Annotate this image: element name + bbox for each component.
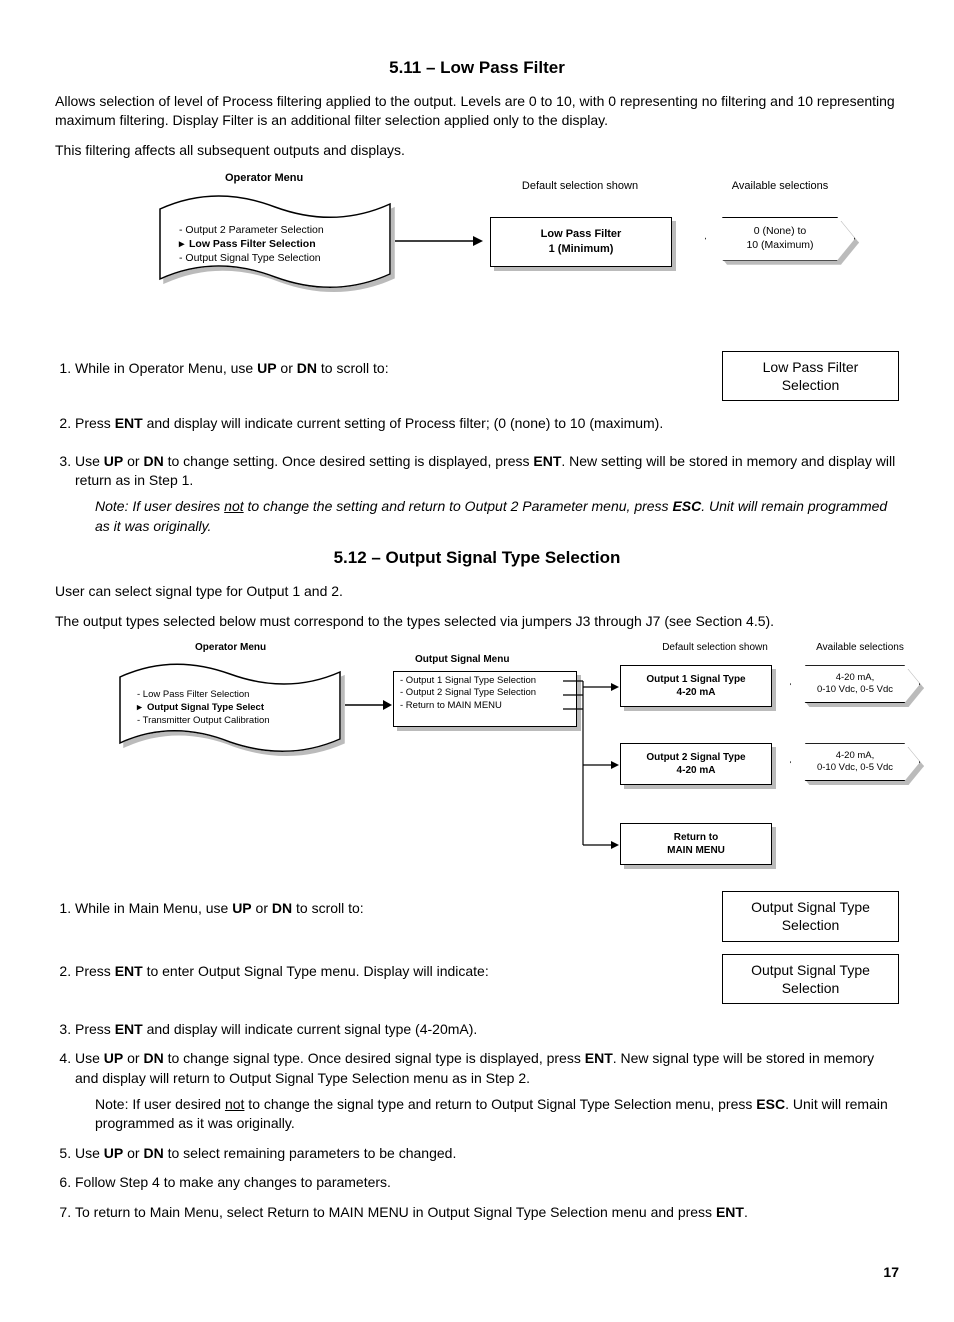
s512-step6: Follow Step 4 to make any changes to par… [75, 1173, 899, 1193]
callout-512-2: Output Signal TypeSelection [722, 954, 899, 1004]
callout-512-1: Output Signal TypeSelection [722, 891, 899, 941]
m512-item-0: - Low Pass Filter Selection [137, 689, 270, 702]
operator-menu-box: - Output 2 Parameter Selection ▸Low Pass… [155, 189, 395, 299]
section-511-intro1: Allows selection of level of Process fil… [55, 92, 899, 131]
s512-step3: Press ENT and display will indicate curr… [75, 1020, 899, 1040]
sigmenu-box: - Output 1 Signal Type Selection - Outpu… [393, 671, 577, 727]
return-box: Return toMAIN MENU [620, 823, 772, 865]
avail-hex-511: 0 (None) to 10 (Maximum) [705, 217, 855, 261]
avail-label-512: Available selections [800, 641, 920, 655]
opmenu-label: Operator Menu [225, 171, 303, 186]
section-512-intro2: The output types selected below must cor… [55, 612, 899, 632]
s512-step5: Use UP or DN to select remaining paramet… [75, 1144, 899, 1164]
s511-note: Note: If user desires not to change the … [95, 497, 899, 536]
sigmenu-label: Output Signal Menu [415, 653, 509, 667]
avail-label-511: Available selections [710, 179, 850, 194]
out2-box: Output 2 Signal Type4-20 mA [620, 743, 772, 785]
avail-hex-512a: 4-20 mA,0-10 Vdc, 0-5 Vdc [790, 665, 920, 703]
s512-step4: Use UP or DN to change signal type. Once… [75, 1049, 899, 1133]
diagram-512: Operator Menu - Low Pass Filter Selectio… [85, 641, 915, 871]
section-511-intro2: This filtering affects all subsequent ou… [55, 141, 899, 161]
arrow-512-1 [345, 696, 393, 714]
out1-box: Output 1 Signal Type4-20 mA [620, 665, 772, 707]
s511-step2: Press ENT and display will indicate curr… [75, 414, 899, 434]
s511-step3: Use UP or DN to change setting. Once des… [75, 452, 899, 536]
page-number: 17 [55, 1263, 899, 1283]
diagram-511: Operator Menu - Output 2 Parameter Selec… [105, 171, 885, 331]
connector-tree [563, 675, 623, 865]
avail-hex-512b: 4-20 mA,0-10 Vdc, 0-5 Vdc [790, 743, 920, 781]
operator-menu-box-512: - Low Pass Filter Selection ▸Output Sign… [115, 657, 345, 762]
section-512-intro1: User can select signal type for Output 1… [55, 582, 899, 602]
arrow-1 [395, 231, 485, 251]
m512-item-2: - Transmitter Output Calibration [137, 715, 270, 728]
callout-511-1: Low Pass FilterSelection [722, 351, 899, 401]
s512-note: Note: If user desired not to change the … [95, 1095, 899, 1134]
menu-item-2: - Output Signal Type Selection [179, 251, 324, 265]
default-box-511: Low Pass Filter 1 (Minimum) [490, 217, 672, 267]
section-511-title: 5.11 – Low Pass Filter [55, 56, 899, 80]
s512-step7: To return to Main Menu, select Return to… [75, 1203, 899, 1223]
opmenu-label-512: Operator Menu [195, 641, 266, 655]
section-512-title: 5.12 – Output Signal Type Selection [55, 546, 899, 570]
m512-item-1: ▸Output Signal Type Select [137, 702, 270, 715]
menu-item-0: - Output 2 Parameter Selection [179, 223, 324, 237]
default-label-511: Default selection shown [500, 179, 660, 194]
menu-item-1: ▸Low Pass Filter Selection [179, 237, 324, 251]
default-label-512: Default selection shown [640, 641, 790, 655]
